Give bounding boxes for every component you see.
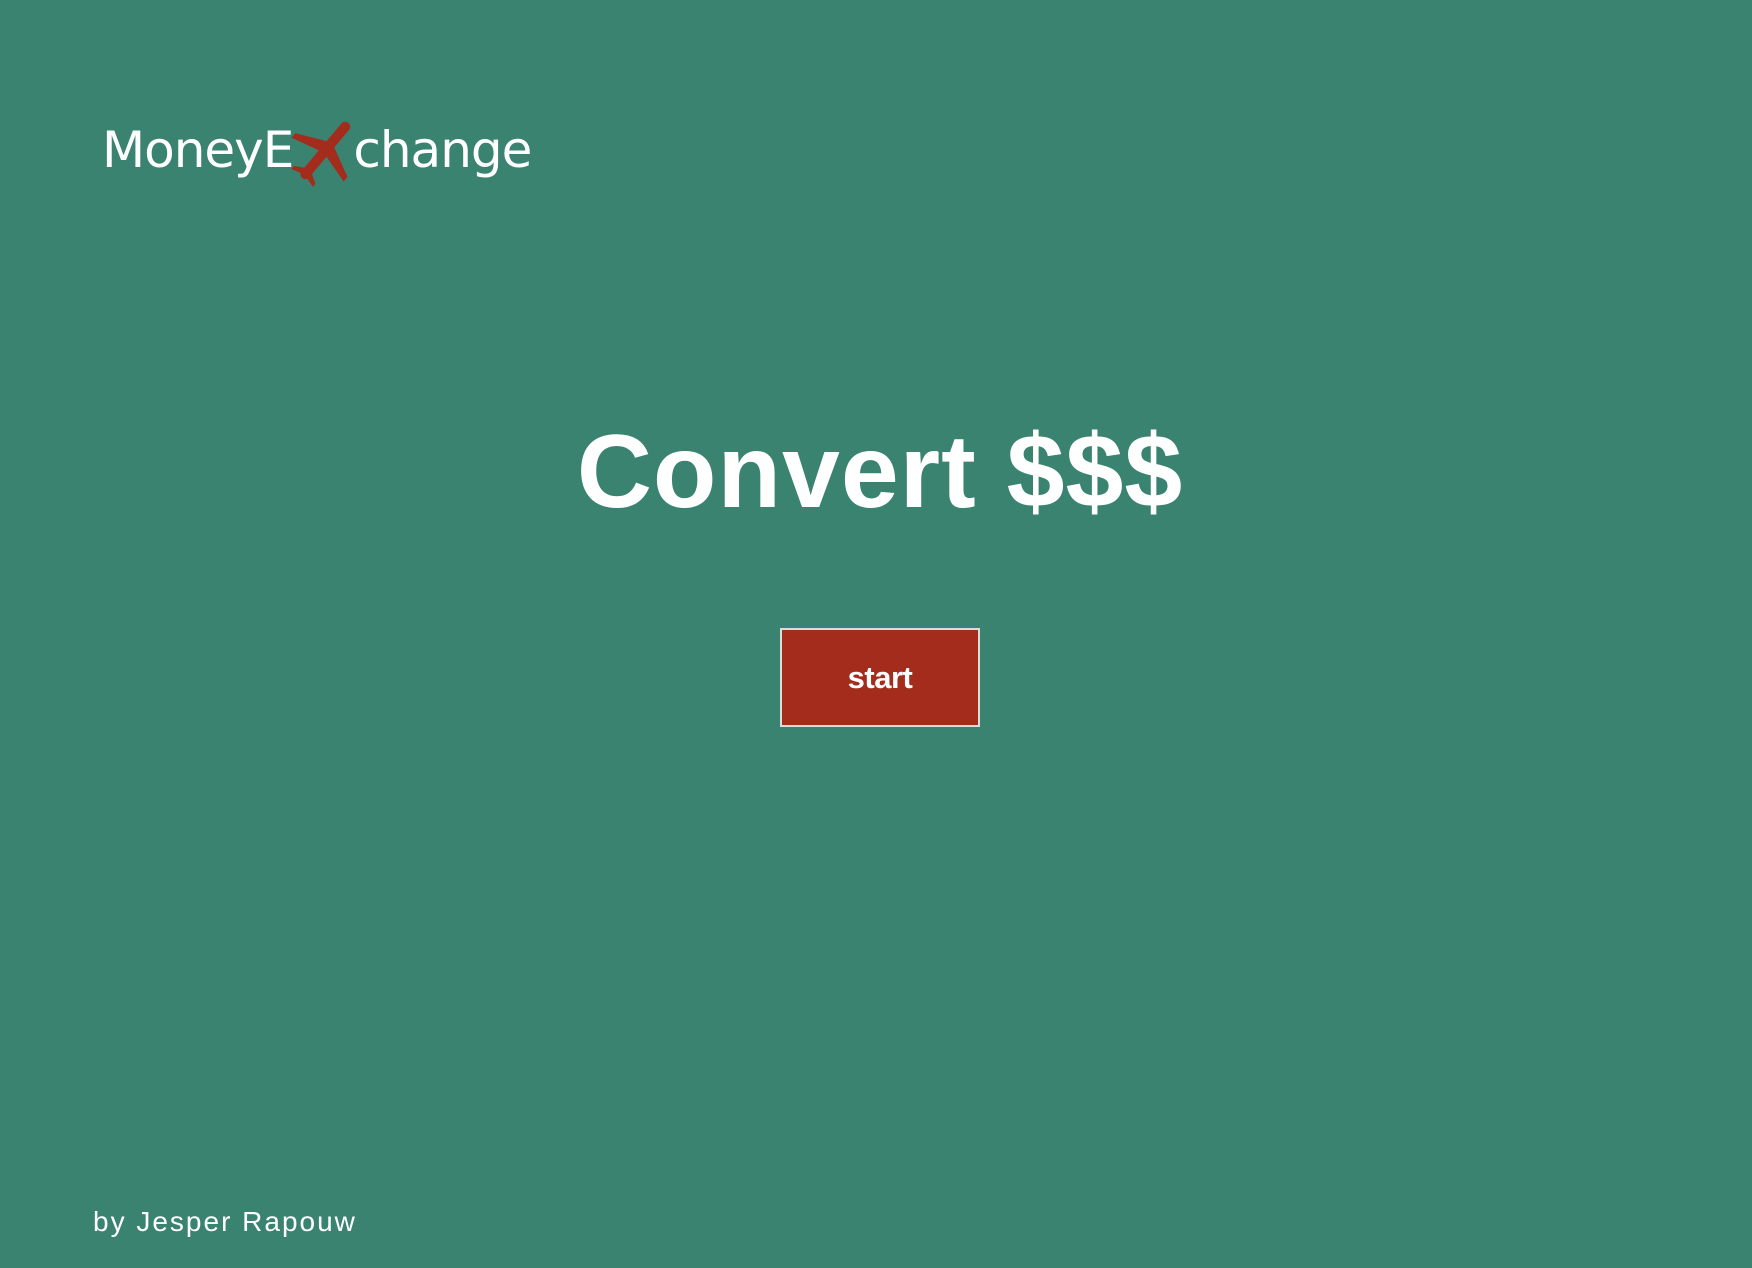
brand-logo: MoneyE change [102,110,532,190]
start-button[interactable]: start [780,628,980,727]
airplane-icon [289,114,359,190]
author-credit: by Jesper Rapouw [93,1206,357,1237]
page-title: Convert $$$ [576,414,1184,530]
logo-text-prefix: MoneyE [102,121,294,179]
logo-text-suffix: change [353,121,532,179]
